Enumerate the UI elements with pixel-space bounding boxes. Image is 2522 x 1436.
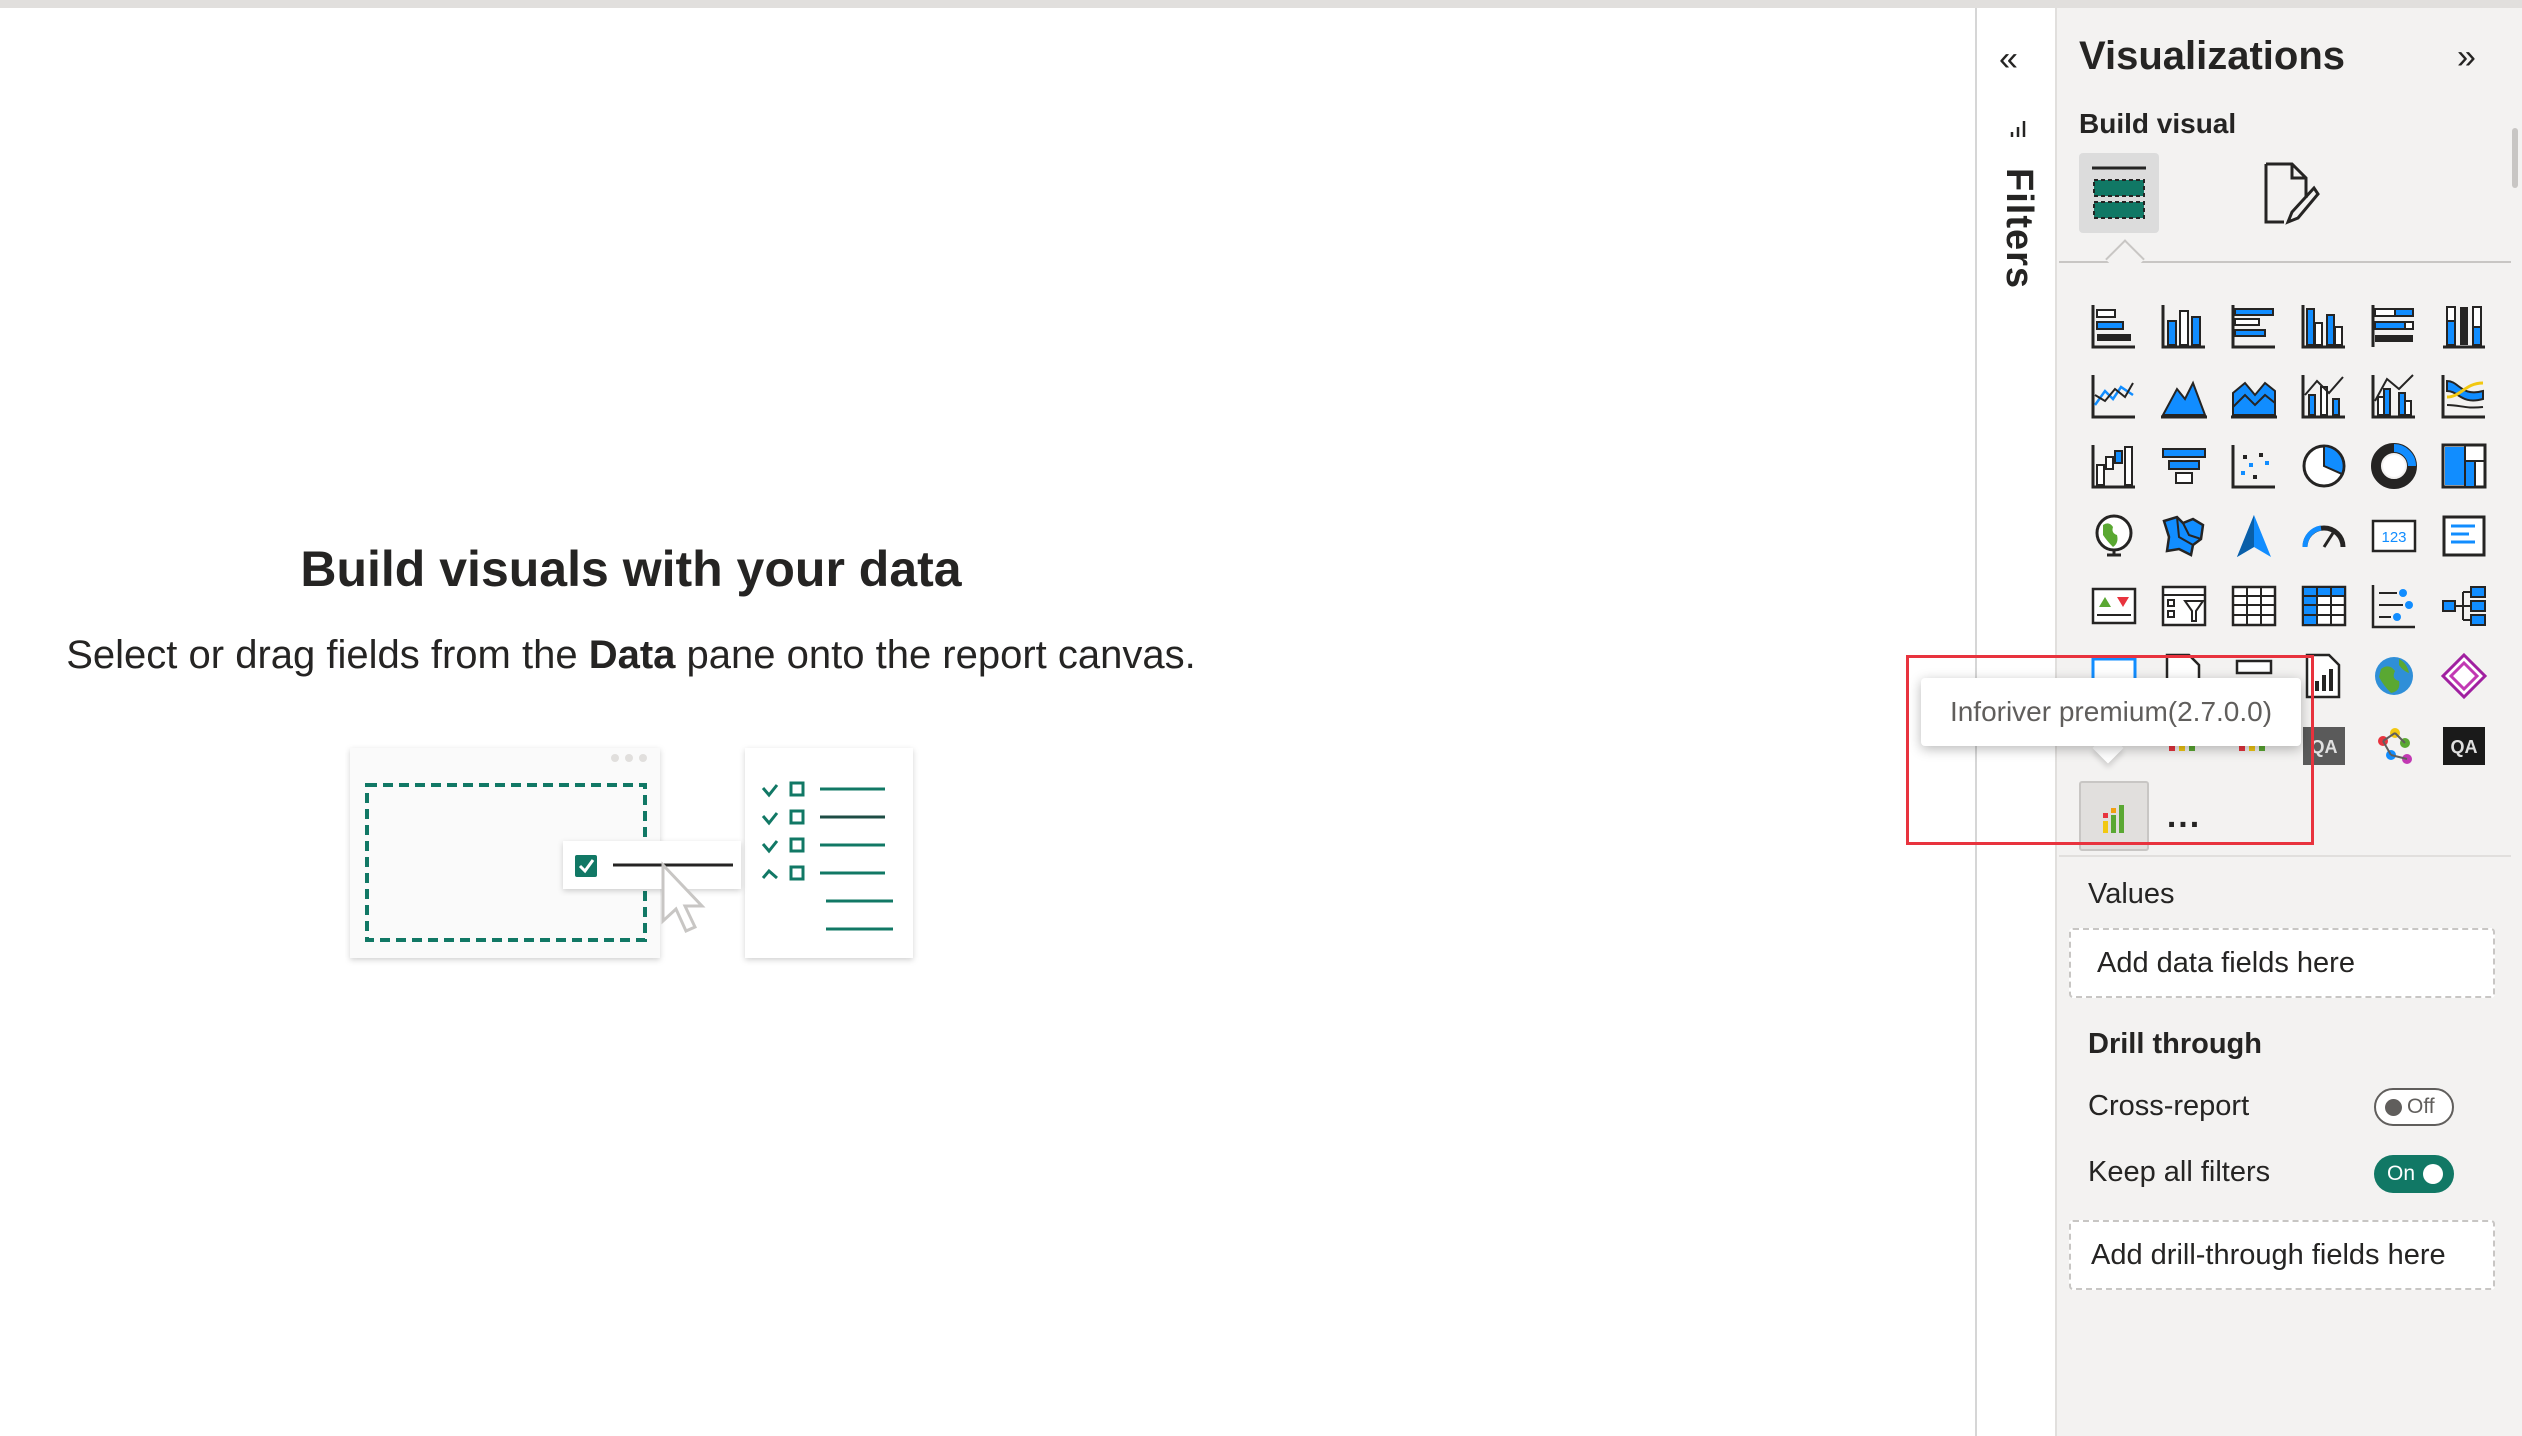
cross-report-toggle[interactable]: Off [2374, 1088, 2454, 1126]
values-well-label: Values [2088, 878, 2175, 910]
format-paintbrush-icon [2264, 162, 2320, 225]
filter-icon [2009, 118, 2029, 143]
double-chevron-right-icon[interactable]: » [2457, 38, 2476, 77]
report-canvas[interactable]: Build visuals with your data Select or d… [0, 8, 1975, 1436]
matrix-icon[interactable] [2289, 571, 2359, 641]
treemap-icon[interactable] [2429, 431, 2499, 501]
pane-title: Visualizations [2079, 34, 2346, 78]
azure-map-icon[interactable] [2219, 501, 2289, 571]
empty-state-illustration [345, 743, 925, 978]
map-icon[interactable] [2079, 501, 2149, 571]
toggle-state-text: Off [2407, 1095, 2435, 1118]
qa-dark-2-icon[interactable]: QA [2429, 711, 2499, 781]
toggle-knob [2423, 1164, 2444, 1184]
svg-text:QA: QA [2451, 737, 2478, 757]
decomposition-tree-icon[interactable] [2429, 571, 2499, 641]
top-strip [0, 0, 2522, 8]
values-drop-well[interactable]: Add data fields here [2069, 928, 2495, 998]
format-visual-mode-button[interactable] [2247, 153, 2327, 233]
empty-state-title: Build visuals with your data [300, 541, 962, 597]
line-and-clustered-column-chart-icon[interactable] [2359, 361, 2429, 431]
keep-all-filters-label: Keep all filters [2088, 1156, 2271, 1188]
keep-all-filters-toggle[interactable]: On [2374, 1155, 2454, 1193]
pane-scrollbar[interactable] [2512, 128, 2518, 188]
waterfall-chart-icon[interactable] [2079, 431, 2149, 501]
visual-gallery: 123 QA QA ... [2079, 291, 2499, 851]
card-icon[interactable]: 123 [2359, 501, 2429, 571]
donut-chart-icon[interactable] [2359, 431, 2429, 501]
mode-indicator [2105, 239, 2145, 279]
filled-map-icon[interactable] [2149, 501, 2219, 571]
more-dots-icon: ... [2166, 796, 2202, 835]
key-influencers-icon[interactable] [2359, 571, 2429, 641]
area-chart-icon[interactable] [2149, 361, 2219, 431]
kpi-icon[interactable] [2079, 571, 2149, 641]
inforiver-premium-icon[interactable] [2079, 781, 2149, 851]
funnel-chart-icon[interactable] [2149, 431, 2219, 501]
ribbon-chart-icon[interactable] [2429, 361, 2499, 431]
svg-text:QA: QA [2311, 737, 2338, 757]
line-and-stacked-column-chart-icon[interactable] [2289, 361, 2359, 431]
svg-text:123: 123 [2381, 529, 2406, 546]
toggle-state-text: On [2387, 1162, 2416, 1185]
line-chart-icon[interactable] [2079, 361, 2149, 431]
stacked-column-chart-icon[interactable] [2149, 291, 2219, 361]
section-divider [2059, 855, 2511, 857]
100-stacked-column-chart-icon[interactable] [2429, 291, 2499, 361]
stacked-bar-chart-icon[interactable] [2079, 291, 2149, 361]
clustered-column-chart-icon[interactable] [2289, 291, 2359, 361]
drill-through-drop-well[interactable]: Add drill-through fields here [2069, 1220, 2495, 1290]
multi-row-card-icon[interactable] [2429, 501, 2499, 571]
empty-state-subtitle: Select or drag fields from the Data pane… [66, 633, 1196, 677]
gauge-icon[interactable] [2289, 501, 2359, 571]
metrics-icon[interactable] [2359, 711, 2429, 781]
drill-through-label: Drill through [2088, 1028, 2262, 1060]
clustered-bar-chart-icon[interactable] [2219, 291, 2289, 361]
more-visuals-button[interactable]: ... [2149, 781, 2219, 851]
arcgis-map-icon[interactable] [2359, 641, 2429, 711]
scatter-chart-icon[interactable] [2219, 431, 2289, 501]
build-visual-label: Build visual [2079, 108, 2237, 139]
slicer-icon[interactable] [2149, 571, 2219, 641]
fields-well-icon [2092, 166, 2146, 219]
inforiver-tooltip: Inforiver premium(2.7.0.0) [1921, 678, 2301, 746]
pie-chart-icon[interactable] [2289, 431, 2359, 501]
double-chevron-left-icon[interactable]: « [1999, 40, 2018, 79]
cross-report-label: Cross-report [2088, 1090, 2250, 1122]
filters-label[interactable]: Filters [1997, 168, 2040, 289]
table-icon[interactable] [2219, 571, 2289, 641]
stacked-area-chart-icon[interactable] [2219, 361, 2289, 431]
100-stacked-bar-chart-icon[interactable] [2359, 291, 2429, 361]
build-visual-fields-mode-button[interactable] [2079, 153, 2159, 233]
power-automate-icon[interactable] [2429, 641, 2499, 711]
toggle-knob [2385, 1098, 2402, 1116]
